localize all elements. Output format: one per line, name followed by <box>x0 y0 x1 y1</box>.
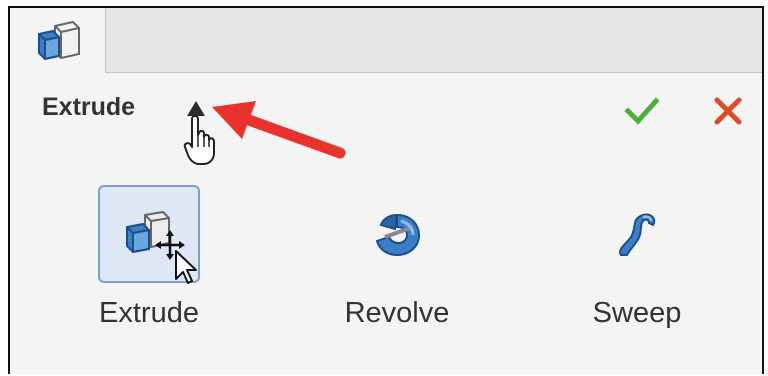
solid-body-icon <box>37 20 80 60</box>
tool-sweep-button[interactable] <box>586 185 688 283</box>
dialog-frame: Extrude Extrude Revolve Sweep <box>8 6 764 374</box>
cancel-button[interactable] <box>710 93 746 129</box>
panel-title: Extrude <box>42 93 136 121</box>
tool-label-sweep: Sweep <box>592 297 682 329</box>
close-x-icon <box>714 97 742 125</box>
tool-label-extrude: Extrude <box>99 297 199 329</box>
tab-strip <box>10 8 762 73</box>
tool-revolve-button[interactable] <box>346 185 448 283</box>
sweep-icon <box>619 213 656 256</box>
feature-panel: Extrude Extrude Revolve Sweep <box>10 73 762 374</box>
tool-label-revolve: Revolve <box>344 297 450 329</box>
revolve-icon <box>375 213 421 257</box>
checkmark-icon <box>624 97 660 125</box>
ok-button[interactable] <box>622 91 662 131</box>
annotation-arrow <box>212 101 346 159</box>
tab-solid[interactable] <box>10 8 106 73</box>
move-arrow-cursor-icon <box>155 230 197 284</box>
